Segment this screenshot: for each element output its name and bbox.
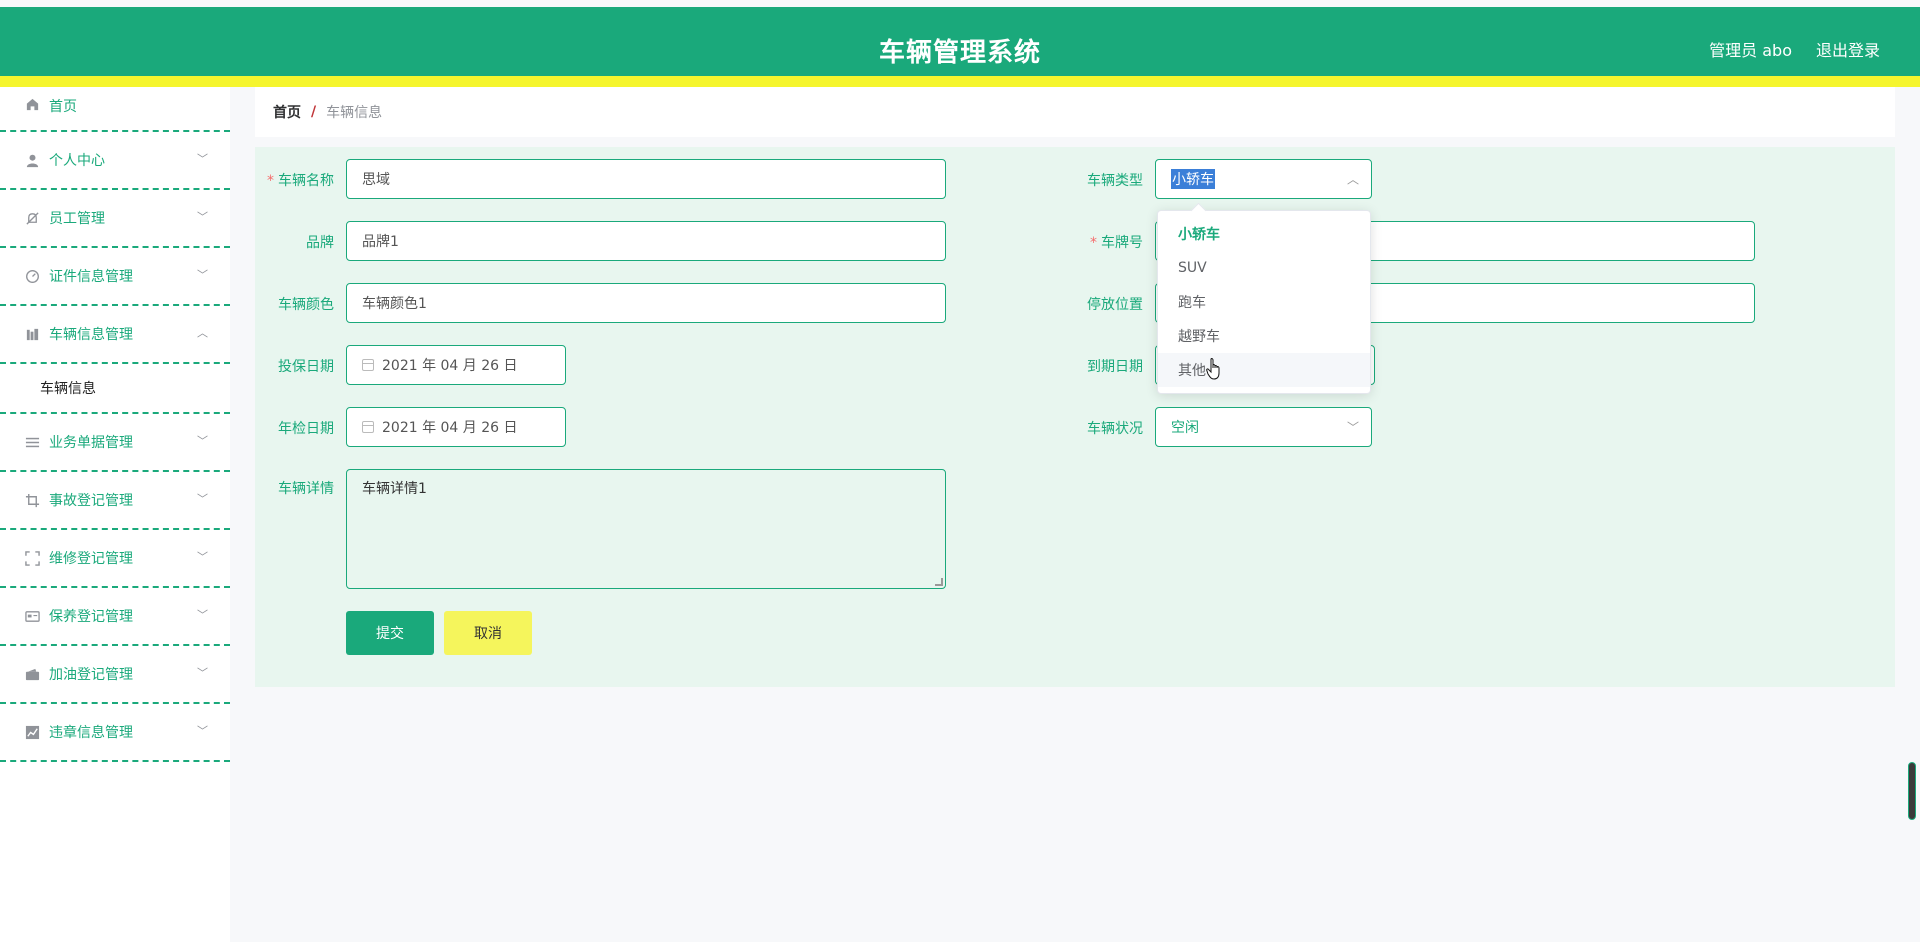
submit-button[interactable]: 提交 [346,611,434,655]
sidebar-item-label: 证件信息管理 [49,269,133,285]
chevron-down-icon: ﹀ [197,608,208,622]
vehicle-type-label: 车辆类型 [1087,173,1143,189]
vehicle-type-select[interactable]: 小轿车 ﹀ [1155,159,1372,199]
dropdown-option[interactable]: 小轿车 [1158,217,1370,251]
sidebar-item-maintenance[interactable]: 保养登记管理 ﹀ [0,588,230,646]
details-label: 车辆详情 [278,481,334,497]
bell-off-icon [24,210,40,226]
header-actions: 管理员 abo 退出登录 [1709,37,1880,61]
vehicle-name-label: * 车辆名称 [267,173,334,189]
chevron-down-icon: ﹀ [197,434,208,448]
dropdown-option[interactable]: 越野车 [1158,319,1370,353]
sidebar-item-business[interactable]: 业务单据管理 ﹀ [0,414,230,472]
sidebar-item-label: 个人中心 [49,153,105,169]
details-textarea[interactable]: 车辆详情1 [346,469,946,589]
brand-label: 品牌 [306,235,334,251]
app-header: 车辆管理系统 管理员 abo 退出登录 [0,7,1920,76]
plate-label: * 车牌号 [1090,235,1143,251]
expire-date-label: 到期日期 [1087,359,1143,375]
chevron-up-icon: ﹀ [197,325,208,339]
resize-handle[interactable] [935,578,943,586]
sidebar-item-label: 保养登记管理 [49,609,133,625]
chevron-down-icon: ﹀ [1346,420,1359,435]
id-card-icon [24,608,40,624]
breadcrumb-home[interactable]: 首页 [273,102,301,122]
brand-input[interactable]: 品牌1 [346,221,946,261]
insure-date-picker[interactable]: 2021 年 04 月 26 日 [346,345,566,385]
chevron-down-icon: ﹀ [197,268,208,282]
sidebar-item-repairs[interactable]: 维修登记管理 ﹀ [0,530,230,588]
sidebar-item-label: 首页 [49,99,77,115]
chevron-down-icon: ﹀ [197,550,208,564]
app-title: 车辆管理系统 [878,38,1041,68]
wallet-icon [24,666,40,682]
breadcrumb-separator: / [311,104,317,120]
fullscreen-icon [24,550,40,566]
dropdown-option[interactable]: 其他 [1158,353,1370,387]
sidebar-item-violations[interactable]: 违章信息管理 ﹀ [0,704,230,762]
sidebar: 首页 个人中心 ﹀ 员工管理 ﹀ 证件信息管理 ﹀ 车辆信息管理 ﹀ 车辆信息 … [0,87,230,942]
insure-date-label: 投保日期 [278,359,334,375]
chart-icon [24,724,40,740]
chevron-down-icon: ﹀ [197,666,208,680]
sidebar-item-label: 业务单据管理 [49,435,133,451]
dropdown-option[interactable]: SUV [1158,251,1370,285]
sidebar-item-vehicles[interactable]: 车辆信息管理 ﹀ [0,306,230,364]
chevron-down-icon: ﹀ [197,210,208,224]
user-icon [24,152,40,168]
dropdown-option[interactable]: 跑车 [1158,285,1370,319]
sidebar-item-certificates[interactable]: 证件信息管理 ﹀ [0,248,230,306]
breadcrumb-current: 车辆信息 [326,105,383,121]
submenu-item-vehicle-info[interactable]: 车辆信息 [0,364,230,412]
calendar-icon [362,359,374,371]
chevron-down-icon: ﹀ [197,724,208,738]
sidebar-item-personal[interactable]: 个人中心 ﹀ [0,132,230,190]
sidebar-item-accidents[interactable]: 事故登记管理 ﹀ [0,472,230,530]
sidebar-item-home[interactable]: 首页 [0,87,230,132]
breadcrumb: 首页 / 车辆信息 [255,87,1895,137]
color-input[interactable]: 车辆颜色1 [346,283,946,323]
parking-label: 停放位置 [1087,297,1143,313]
status-label: 车辆状况 [1087,421,1143,437]
vehicle-type-dropdown: 小轿车 SUV 跑车 越野车 其他 [1157,210,1371,394]
cancel-button[interactable]: 取消 [444,611,532,655]
gauge-icon [24,268,40,284]
inspect-date-picker[interactable]: 2021 年 04 月 26 日 [346,407,566,447]
color-label: 车辆颜色 [278,297,334,313]
sidebar-item-label: 维修登记管理 [49,551,133,567]
calendar-icon [362,421,374,433]
home-icon [24,96,40,112]
list-icon [24,434,40,450]
sidebar-item-label: 加油登记管理 [49,667,133,683]
sidebar-item-staff[interactable]: 员工管理 ﹀ [0,190,230,248]
header-stripe [0,76,1920,87]
sidebar-item-label: 违章信息管理 [49,725,133,741]
sidebar-item-label: 事故登记管理 [49,493,133,509]
crop-icon [24,492,40,508]
vehicles-submenu: 车辆信息 [0,364,230,414]
vehicle-name-input[interactable]: 思域 [346,159,946,199]
logout-link[interactable]: 退出登录 [1816,37,1880,61]
sidebar-item-label: 员工管理 [49,211,105,227]
page-scrollbar[interactable] [1908,762,1916,820]
building-icon [24,326,40,342]
status-select[interactable]: 空闲 ﹀ [1155,407,1372,447]
sidebar-item-label: 车辆信息管理 [49,327,133,343]
hand-cursor-icon [1206,358,1220,380]
chevron-down-icon: ﹀ [197,492,208,506]
sidebar-item-fuel[interactable]: 加油登记管理 ﹀ [0,646,230,704]
current-user: 管理员 abo [1709,41,1792,60]
chevron-down-icon: ﹀ [197,152,208,166]
inspect-date-label: 年检日期 [278,421,334,437]
chevron-up-icon: ﹀ [1346,171,1359,186]
